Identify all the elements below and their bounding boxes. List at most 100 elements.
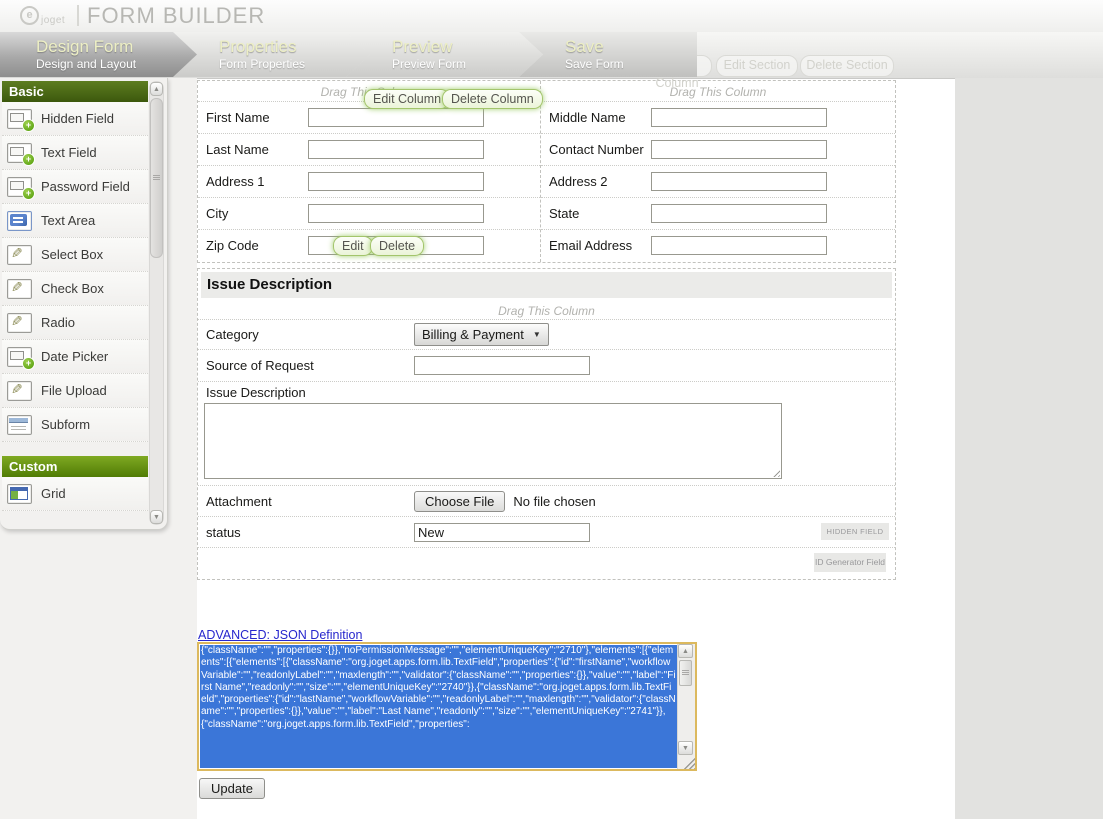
palette-group-basic: Basic [2,81,148,102]
source-of-request-input[interactable] [414,356,590,375]
field-row-email-address: Email Address [541,229,895,261]
field-input-city[interactable] [308,204,484,223]
form-column-right: Drag This Column Middle Name Contact Numbe… [541,81,895,262]
palette-item-radio[interactable]: Radio [2,306,148,340]
joget-logo-icon: e [20,6,39,25]
field-control: EditDelete [308,236,484,255]
scrollbar-thumb[interactable] [679,660,692,686]
field-row-zip-code: Zip CodeEditDelete [198,229,540,261]
field-label: Category [198,327,414,342]
field-label: Address 2 [541,174,651,189]
scroll-down-icon[interactable]: ▼ [150,510,163,524]
field-row-source: Source of Request [198,349,895,381]
field-input-state[interactable] [651,204,827,223]
json-definition-textarea[interactable]: {"className":"","properties":{}},"noPerm… [197,642,697,771]
advanced-json-link[interactable]: ADVANCED: JSON Definition [198,628,362,642]
category-select[interactable]: Billing & Payment ▼ [414,323,549,346]
field-input-address-1[interactable] [308,172,484,191]
issue-description-textarea[interactable] [204,403,782,479]
hidden-field-badge: HIDDEN FIELD [821,523,889,540]
field-input-first-name[interactable] [308,108,484,127]
radio-icon [7,313,32,333]
field-label: Zip Code [198,238,308,253]
palette-item-hidden-field[interactable]: Hidden Field [2,102,148,136]
choose-file-button[interactable]: Choose File [414,491,505,512]
field-row-state: State [541,197,895,229]
password-field-icon [7,177,32,197]
palette-item-date-picker[interactable]: Date Picker [2,340,148,374]
drag-column-handle[interactable]: Drag This Column [541,81,895,101]
field-input-address-2[interactable] [651,172,827,191]
palette-item-select-box[interactable]: Select Box [2,238,148,272]
palette-item-label: Grid [41,486,66,501]
field-input-email-address[interactable] [651,236,827,255]
edit-field-button[interactable]: Edit [333,236,373,256]
field-control [651,172,827,191]
field-row-contact-number: Contact Number [541,133,895,165]
check-box-icon [7,279,32,299]
right-background [955,78,1103,819]
edit-column-button[interactable]: Edit Column [364,89,450,109]
palette-list: Basic Hidden Field Text Field Password Fiel… [2,81,148,511]
resize-handle-icon[interactable] [771,468,780,477]
palette-item-text-field[interactable]: Text Field [2,136,148,170]
tab-save[interactable]: SaveSave Form [519,32,697,77]
scroll-down-icon[interactable]: ▼ [678,741,693,755]
drag-column-handle[interactable]: Drag This Column [198,301,895,319]
palette-item-check-box[interactable]: Check Box [2,272,148,306]
field-row-address-2: Address 2 [541,165,895,197]
field-row-issue-description: Issue Description [198,381,895,485]
delete-column-button[interactable]: Delete Column [442,89,543,109]
tab-title: Preview [392,37,543,57]
status-input[interactable]: New [414,523,590,542]
palette-item-subform[interactable]: Subform [2,408,148,442]
tab-subtitle: Save Form [565,57,697,71]
field-row-id-generator: ID Generator Field [198,547,895,577]
field-label: Email Address [541,238,651,253]
delete-section-button[interactable]: Delete Section [800,55,894,77]
field-control [308,140,484,159]
field-control [308,108,484,127]
tab-preview[interactable]: PreviewPreview Form [346,32,543,77]
palette-item-file-upload[interactable]: File Upload [2,374,148,408]
edit-section-button[interactable]: Edit Section [716,55,798,77]
field-input-contact-number[interactable] [651,140,827,159]
text-field-icon [7,143,32,163]
tab-properties[interactable]: PropertiesForm Properties [173,32,370,77]
field-input-last-name[interactable] [308,140,484,159]
palette-item-label: Hidden Field [41,111,114,126]
palette-item-grid[interactable]: Grid [2,477,148,511]
json-scrollbar[interactable]: ▲ ▼ [677,644,695,769]
scroll-up-icon[interactable]: ▲ [678,644,693,658]
tab-title: Design Form [36,37,197,57]
date-picker-icon [7,347,32,367]
scroll-up-icon[interactable]: ▲ [150,82,163,96]
tab-design-form[interactable]: Design FormDesign and Layout [0,32,197,77]
field-input-middle-name[interactable] [651,108,827,127]
field-label: Source of Request [198,358,414,373]
palette-group-custom: Custom [2,456,148,477]
text-area-icon [7,211,32,231]
json-definition-text: {"className":"","properties":{}},"noPerm… [200,645,677,768]
id-generator-badge: ID Generator Field [814,553,886,572]
field-row-city: City [198,197,540,229]
scrollbar-thumb[interactable] [150,98,163,258]
palette-item-label: Subform [41,417,90,432]
subform-icon [7,415,32,435]
category-select-value: Billing & Payment [422,327,524,342]
palette-scrollbar[interactable]: ▲ ▼ [149,81,164,525]
palette-item-label: Text Field [41,145,97,160]
section-title: Issue Description [201,272,892,298]
field-row-status: status New HIDDEN FIELD [198,516,895,547]
hidden-field-icon [7,109,32,129]
palette-item-password-field[interactable]: Password Field [2,170,148,204]
palette-item-text-area[interactable]: Text Area [2,204,148,238]
field-label: Middle Name [541,110,651,125]
chevron-down-icon: ▼ [533,330,541,339]
form-section-contact: Drag This ColumnFirst NameLast NameAddre… [197,80,896,263]
update-button[interactable]: Update [199,778,265,799]
tab-subtitle: Design and Layout [36,57,197,71]
field-row-category: Category Billing & Payment ▼ [198,319,895,349]
delete-field-button[interactable]: Delete [370,236,424,256]
field-row-address-1: Address 1 [198,165,540,197]
